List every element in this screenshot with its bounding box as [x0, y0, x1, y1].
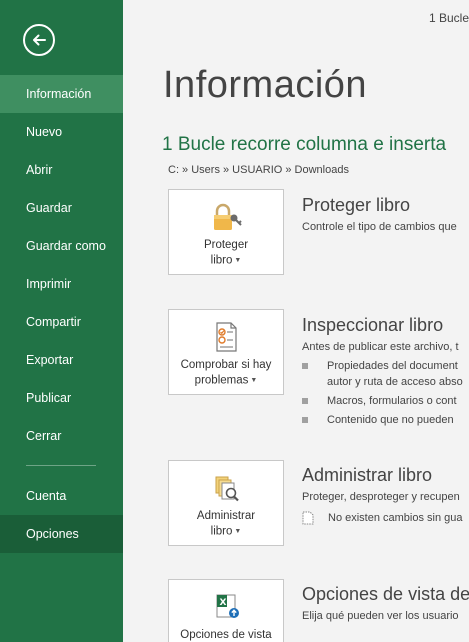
chevron-down-icon: ▼ [234, 528, 242, 535]
svg-text:X: X [220, 598, 227, 608]
protect-workbook-button[interactable]: Proteger libro ▼ [168, 189, 284, 275]
arrow-left-icon [33, 34, 46, 46]
document-icon [302, 511, 314, 525]
nav-item-nuevo[interactable]: Nuevo [0, 113, 123, 151]
nav-item-guardar[interactable]: Guardar [0, 189, 123, 227]
lock-key-icon [214, 203, 242, 230]
backstage-main: 1 Bucle Información 1 Bucle recorre colu… [123, 0, 469, 642]
chevron-down-icon: ▼ [234, 257, 242, 264]
view-options-description: Elija qué pueden ver los usuario [302, 610, 459, 622]
inspect-description: Antes de publicar este archivo, t [302, 341, 459, 353]
nav-item-exportar[interactable]: Exportar [0, 341, 123, 379]
inspect-bullet: Macros, formularios o cont [302, 394, 469, 408]
bullet-square-icon [302, 398, 308, 404]
inspect-bullet-continuation: autor y ruta de acceso abso [327, 376, 463, 388]
chevron-down-icon: ▼ [250, 377, 258, 384]
nav-item-cuenta[interactable]: Cuenta [0, 477, 123, 515]
check-issues-label-line2: problemas [194, 374, 249, 387]
nav-item-abrir[interactable]: Abrir [0, 151, 123, 189]
document-title: 1 Bucle recorre columna e inserta [162, 134, 447, 155]
view-options-label: Opciones de vista [180, 629, 272, 641]
protect-description: Controle el tipo de cambios que [302, 221, 457, 233]
excel-view-options-icon: X [216, 594, 239, 618]
backstage-sidebar: Información Nuevo Abrir Guardar Guardar … [0, 0, 123, 642]
protect-label-line2: libro [210, 254, 233, 267]
manage-heading: Administrar libro [302, 465, 433, 485]
checklist-icon [216, 322, 237, 352]
manage-label-line1: Administrar [196, 510, 256, 522]
protect-label-line1: Proteger [203, 239, 249, 251]
nav-item-compartir[interactable]: Compartir [0, 303, 123, 341]
back-button[interactable] [23, 24, 55, 56]
nav-item-imprimir[interactable]: Imprimir [0, 265, 123, 303]
protect-heading: Proteger libro [302, 195, 411, 215]
bullet-square-icon [302, 363, 308, 369]
manage-label-line2: libro [210, 525, 233, 538]
manage-note: No existen cambios sin gua [328, 512, 463, 524]
view-options-button[interactable]: X Opciones de vista [168, 579, 284, 642]
page-title: Información [163, 64, 368, 106]
check-issues-button[interactable]: Comprobar si hay problemas ▼ [168, 309, 284, 395]
document-path[interactable]: C: » Users » USUARIO » Downloads [168, 164, 349, 176]
nav-item-opciones[interactable]: Opciones [0, 515, 123, 553]
window-title: 1 Bucle [428, 11, 469, 25]
inspect-bullet: Contenido que no pueden [302, 413, 469, 427]
nav-item-guardar-como[interactable]: Guardar como [0, 227, 123, 265]
manage-workbook-icon [215, 476, 239, 502]
inspect-bullet: Propiedades del document [302, 359, 469, 373]
nav-item-informacion[interactable]: Información [0, 75, 123, 113]
nav-item-cerrar[interactable]: Cerrar [0, 417, 123, 455]
nav-item-publicar[interactable]: Publicar [0, 379, 123, 417]
view-options-heading: Opciones de vista de [302, 584, 469, 604]
manage-description: Proteger, desproteger y recupen [302, 491, 460, 503]
inspect-heading: Inspeccionar libro [302, 315, 444, 335]
nav-divider [26, 465, 96, 466]
bullet-square-icon [302, 417, 308, 423]
manage-workbook-button[interactable]: Administrar libro ▼ [168, 460, 284, 546]
check-issues-label-line1: Comprobar si hay [180, 359, 272, 371]
